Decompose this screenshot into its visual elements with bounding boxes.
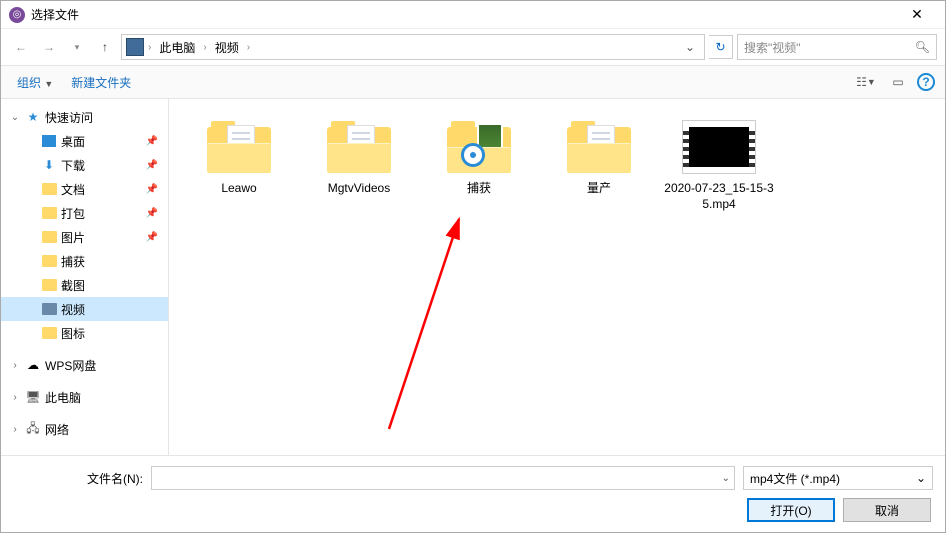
folder-icon	[42, 279, 57, 291]
title-bar: ◎ 选择文件 ✕	[1, 1, 945, 29]
search-icon[interactable]: 🔍︎	[915, 40, 930, 54]
recent-dropdown[interactable]: ▾	[65, 35, 89, 59]
sidebar-item-downloads[interactable]: ⬇下载📌	[1, 153, 168, 177]
breadcrumb-dropdown[interactable]: ⌄	[680, 35, 700, 59]
desktop-icon	[42, 135, 56, 147]
folder-icon	[42, 231, 57, 243]
preview-pane-button[interactable]: ▭	[885, 71, 911, 93]
sidebar-item-videos[interactable]: 视频	[1, 297, 168, 321]
view-options-button[interactable]: ☷ ▼	[853, 71, 879, 93]
refresh-button[interactable]: ↻	[709, 35, 733, 59]
toolbar: 组织 ▼ 新建文件夹 ☷ ▼ ▭ ?	[1, 65, 945, 99]
breadcrumb-root[interactable]: 此电脑	[155, 37, 199, 58]
folder-icon	[42, 327, 57, 339]
download-icon: ⬇	[41, 157, 57, 173]
chevron-down-icon[interactable]: ⌄	[916, 471, 926, 485]
folder-leawo[interactable]: Leawo	[179, 115, 299, 225]
organize-button[interactable]: 组织 ▼	[11, 70, 59, 95]
sidebar-item-icons[interactable]: 图标	[1, 321, 168, 345]
up-button[interactable]: ↑	[93, 35, 117, 59]
new-folder-button[interactable]: 新建文件夹	[65, 70, 137, 95]
folder-icon	[447, 121, 511, 173]
folder-icon	[42, 255, 57, 267]
dialog-footer: 文件名(N): ⌄ mp4文件 (*.mp4) ⌄ 打开(O) 取消	[1, 455, 945, 532]
folder-icon	[42, 207, 57, 219]
breadcrumb[interactable]: › 此电脑 › 视频 › ⌄	[121, 34, 705, 60]
pc-icon: 🖥	[25, 389, 41, 405]
back-button[interactable]: ←	[9, 35, 33, 59]
pin-icon: 📌	[146, 232, 158, 243]
pin-icon: 📌	[146, 208, 158, 219]
sidebar: ⌄ ★ 快速访问 桌面📌 ⬇下载📌 文档📌 打包📌 图片📌 捕获 截图 视频 图…	[1, 99, 169, 455]
folder-icon	[42, 303, 57, 315]
filename-label: 文件名(N):	[13, 470, 143, 487]
chevron-right-icon[interactable]: ›	[9, 360, 21, 371]
file-video-mp4[interactable]: 2020-07-23_15-15-35.mp4	[659, 115, 779, 225]
nav-bar: ← → ▾ ↑ › 此电脑 › 视频 › ⌄ ↻ 搜索"视频" 🔍︎	[1, 29, 945, 65]
file-list[interactable]: Leawo MgtvVideos 捕获 量产 2020-07-23_15-15-…	[169, 99, 945, 455]
forward-button[interactable]: →	[37, 35, 61, 59]
chevron-right-icon[interactable]: ›	[203, 42, 206, 53]
help-button[interactable]: ?	[917, 73, 935, 91]
video-icon	[683, 121, 755, 173]
chevron-right-icon[interactable]: ›	[148, 42, 151, 53]
sidebar-quick-access[interactable]: ⌄ ★ 快速访问	[1, 105, 168, 129]
folder-icon	[42, 183, 57, 195]
pin-icon: 📌	[146, 136, 158, 147]
sidebar-item-capture[interactable]: 捕获	[1, 249, 168, 273]
network-icon: 🖧	[25, 421, 41, 437]
sidebar-network[interactable]: ›🖧网络	[1, 417, 168, 441]
chevron-right-icon[interactable]: ›	[9, 424, 21, 435]
cloud-icon: ☁	[25, 357, 41, 373]
filetype-select[interactable]: mp4文件 (*.mp4) ⌄	[743, 466, 933, 490]
open-button[interactable]: 打开(O)	[747, 498, 835, 522]
search-input[interactable]: 搜索"视频" 🔍︎	[737, 34, 937, 60]
sidebar-item-screenshot[interactable]: 截图	[1, 273, 168, 297]
folder-capture[interactable]: 捕获	[419, 115, 539, 225]
location-icon	[126, 38, 144, 56]
chevron-down-icon: ▼	[44, 79, 53, 89]
window-title: 选择文件	[31, 6, 897, 23]
sidebar-item-desktop[interactable]: 桌面📌	[1, 129, 168, 153]
folder-mgtvvideos[interactable]: MgtvVideos	[299, 115, 419, 225]
chevron-right-icon[interactable]: ›	[247, 42, 250, 53]
close-button[interactable]: ✕	[897, 6, 937, 23]
chevron-down-icon[interactable]: ⌄	[722, 473, 730, 484]
sidebar-wps[interactable]: ›☁WPS网盘	[1, 353, 168, 377]
folder-icon	[207, 121, 271, 173]
pin-icon: 📌	[146, 160, 158, 171]
star-icon: ★	[25, 109, 41, 125]
pin-icon: 📌	[146, 184, 158, 195]
chevron-down-icon[interactable]: ⌄	[9, 112, 21, 123]
search-placeholder: 搜索"视频"	[744, 39, 801, 56]
cancel-button[interactable]: 取消	[843, 498, 931, 522]
sidebar-this-pc[interactable]: ›🖥此电脑	[1, 385, 168, 409]
sidebar-item-documents[interactable]: 文档📌	[1, 177, 168, 201]
folder-liangchan[interactable]: 量产	[539, 115, 659, 225]
filename-input[interactable]: ⌄	[151, 466, 735, 490]
folder-icon	[327, 121, 391, 173]
chevron-right-icon[interactable]: ›	[9, 392, 21, 403]
app-icon: ◎	[9, 7, 25, 23]
folder-icon	[567, 121, 631, 173]
breadcrumb-current[interactable]: 视频	[211, 37, 243, 58]
sidebar-item-pictures[interactable]: 图片📌	[1, 225, 168, 249]
sidebar-item-pack[interactable]: 打包📌	[1, 201, 168, 225]
